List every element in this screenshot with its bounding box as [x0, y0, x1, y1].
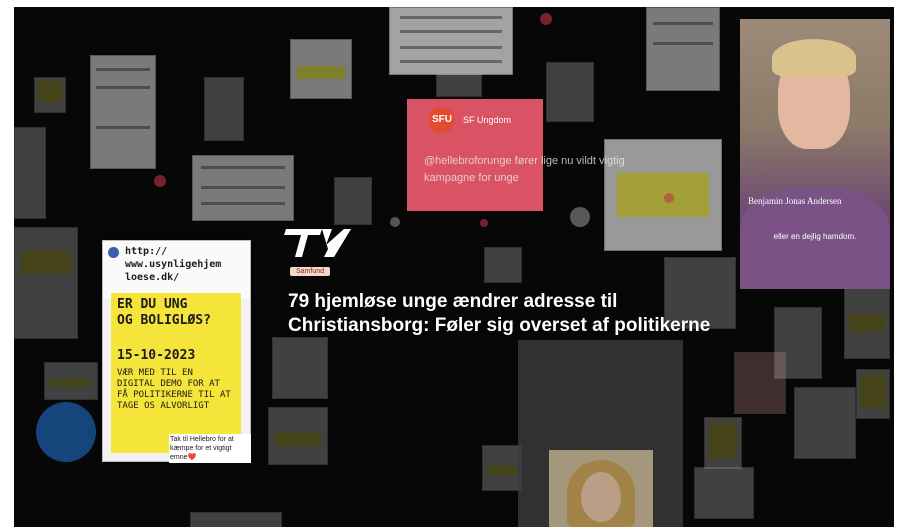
- bg-post-card: [192, 155, 294, 221]
- avatar: [108, 247, 119, 258]
- bg-post-card: [334, 177, 372, 225]
- poster-url[interactable]: http:// www.usynligehjem loese.dk/: [125, 245, 245, 284]
- poster-caption: Tak til Hellebro for at kæmpe for et vig…: [169, 434, 251, 463]
- poster-title-line1: ER DU UNG: [117, 297, 188, 312]
- bg-post-card: [484, 247, 522, 283]
- bg-post-card: [436, 73, 482, 97]
- portrait-hair: [772, 39, 856, 77]
- bg-post-card: [546, 62, 594, 122]
- bg-dot: [664, 193, 674, 203]
- photo-face: [581, 472, 621, 522]
- bg-post-card: [44, 362, 98, 400]
- bg-dot: [480, 219, 488, 227]
- bg-post-card: [14, 227, 78, 339]
- bg-post-card: [14, 127, 46, 219]
- bg-post-card: [268, 407, 328, 465]
- bg-dot: [390, 217, 400, 227]
- bg-post-card: [734, 352, 786, 414]
- interviewee-name: Benjamin Jonas Andersen: [748, 196, 842, 206]
- tv2-logo: [284, 229, 351, 257]
- poster-title-line2: OG BOLIGLØS?: [117, 313, 211, 328]
- bg-post-card: [844, 277, 890, 359]
- interview-portrait-card: Benjamin Jonas Andersen eller en dejlig …: [740, 19, 890, 289]
- sfu-account-name: SF Ungdom: [463, 115, 512, 125]
- poster-title: ER DU UNG OG BOLIGLØS?: [117, 297, 211, 329]
- poster-body-text: VÆR MED TIL EN DIGITAL DEMO FOR AT FÅ PO…: [117, 368, 231, 411]
- bg-post-card: [204, 77, 244, 141]
- poster-date: 15-10-2023: [117, 348, 196, 363]
- bg-post-card: [272, 337, 328, 399]
- story-photo: [549, 450, 653, 527]
- bg-post-card: [482, 445, 522, 491]
- screenshot-frame: SFU SF Ungdom @hellebroforunge fører lig…: [0, 0, 906, 531]
- interview-subtitle: eller en dejlig hamdom.: [773, 232, 857, 241]
- bg-dot: [154, 175, 166, 187]
- featured-poster-post: http:// www.usynligehjem loese.dk/ ER DU…: [102, 240, 251, 463]
- bg-blue-badge: [36, 402, 96, 462]
- bg-post-card: [389, 7, 513, 75]
- sfu-quote-text: @hellebroforunge fører lige nu vildt vig…: [424, 155, 625, 184]
- bg-post-card: [190, 512, 282, 527]
- bg-post-card: [704, 417, 742, 469]
- bg-post-card: [694, 467, 754, 519]
- sfu-logo: SFU: [429, 107, 455, 133]
- bg-dot: [570, 207, 590, 227]
- bg-post-card: [34, 77, 66, 113]
- bg-dot: [540, 13, 552, 25]
- bg-post-card: [646, 7, 720, 91]
- bg-post-card: [90, 55, 156, 169]
- bg-post-card: [290, 39, 352, 99]
- category-tag: Samfund: [290, 267, 331, 276]
- poster-yellow-panel: ER DU UNG OG BOLIGLØS? 15-10-2023 VÆR ME…: [111, 293, 241, 453]
- bg-post-card: [794, 387, 856, 459]
- article-headline[interactable]: 79 hjemløse unge ændrer adresse til Chri…: [288, 290, 718, 338]
- bg-post-card: [856, 369, 890, 419]
- instagram-story-card: [518, 340, 683, 527]
- poster-header: http:// www.usynligehjem loese.dk/: [103, 241, 250, 299]
- collage-background: SFU SF Ungdom @hellebroforunge fører lig…: [14, 7, 894, 527]
